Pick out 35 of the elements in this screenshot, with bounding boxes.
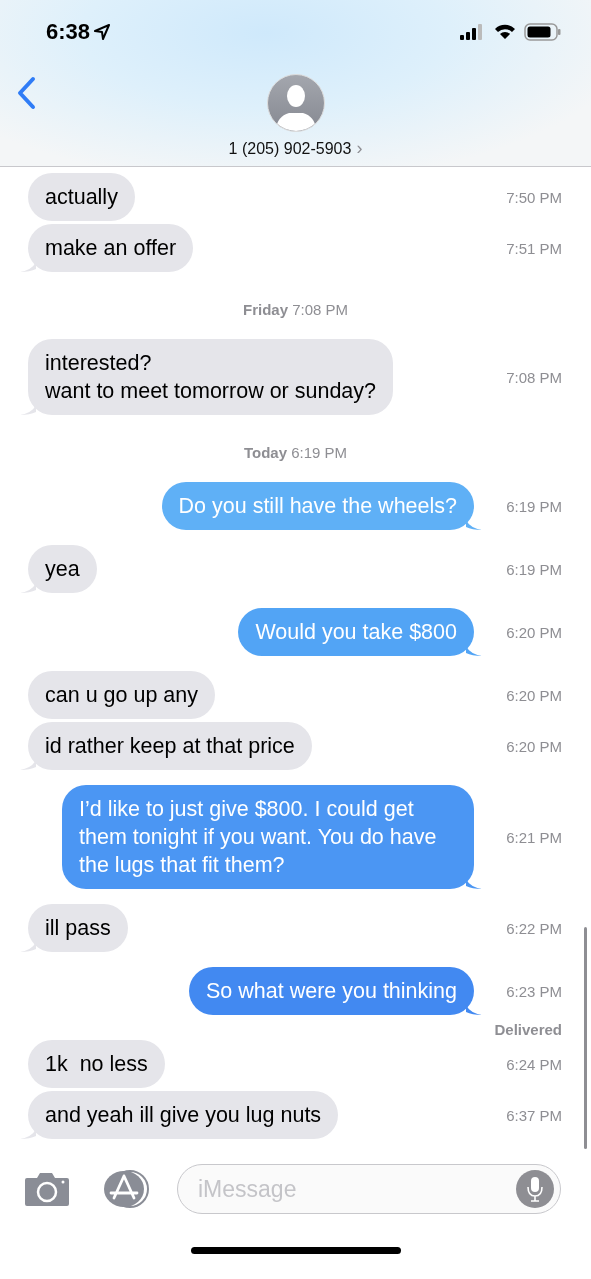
bubble-tail-icon <box>466 646 482 656</box>
microphone-icon <box>526 1176 544 1202</box>
location-arrow-icon <box>94 24 111 40</box>
status-time: 6:38 <box>46 19 91 45</box>
bubble-tail-icon <box>20 1129 36 1139</box>
message-time: 6:23 PM <box>505 982 563 1000</box>
bubble-tail-icon <box>466 1005 482 1015</box>
bubble-tail-icon <box>20 760 36 770</box>
contact-phone-button[interactable]: 1 (205) 902-5903 › <box>228 138 363 159</box>
bubble-tail-icon <box>20 583 36 593</box>
date-separator: Today 6:19 PM <box>242 444 349 461</box>
bubble-tail-icon <box>20 942 36 952</box>
message-time: 6:20 PM <box>505 686 563 704</box>
camera-icon[interactable] <box>24 1171 70 1207</box>
bubble-tail-icon <box>466 879 482 889</box>
message-time: 6:22 PM <box>505 919 563 937</box>
message-time: 6:24 PM <box>505 1055 563 1073</box>
message-time: 7:51 PM <box>505 239 563 257</box>
date-separator: Friday 7:08 PM <box>241 301 350 318</box>
bubble-tail-icon <box>20 405 36 415</box>
battery-icon <box>524 23 561 41</box>
message-time: 7:08 PM <box>505 368 563 386</box>
microphone-button[interactable] <box>516 1170 554 1208</box>
wifi-icon <box>494 24 516 40</box>
message-time: 6:19 PM <box>505 560 563 578</box>
message-time: 7:50 PM <box>505 188 563 206</box>
message-time: 6:19 PM <box>505 497 563 515</box>
message-time: 6:20 PM <box>505 737 563 755</box>
bubble-tail-icon <box>20 262 36 272</box>
bubble-tail-icon <box>466 520 482 530</box>
message-time: 6:21 PM <box>505 828 563 846</box>
avatar-icon[interactable] <box>266 74 325 132</box>
delivery-status: Delivered <box>493 1021 563 1038</box>
message-time: 6:37 PM <box>505 1106 563 1124</box>
message-time: 6:20 PM <box>505 623 563 641</box>
